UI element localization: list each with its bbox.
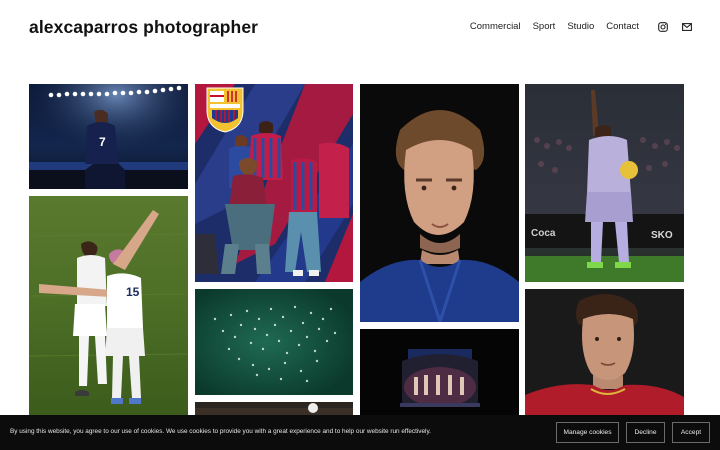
photo-ball-match[interactable] [195,402,353,415]
manage-cookies-button[interactable]: Manage cookies [556,422,619,443]
cookie-banner: By using this website, you agree to our … [0,415,720,450]
svg-text:Coca: Coca [531,228,556,239]
photo-player-pointing-up[interactable]: Coca SKO [525,84,684,282]
svg-text:SKO: SKO [651,230,673,241]
photo-stadium-night[interactable] [360,329,519,415]
photo-gallery: 7 15 Coca SKO [0,0,720,450]
photo-aerial-crowd[interactable] [195,289,353,395]
photo-barca-kit-group[interactable] [195,84,353,282]
photo-stadium-player[interactable]: 7 [29,84,188,189]
accept-cookies-button[interactable]: Accept [672,422,710,443]
photo-portrait-red-jersey[interactable] [525,289,684,415]
photo-uswnt-celebration[interactable]: 15 [29,196,188,415]
svg-text:7: 7 [99,135,106,149]
photo-portrait-griezmann[interactable] [360,84,519,322]
cookie-banner-text: By using this website, you agree to our … [10,428,431,435]
svg-text:15: 15 [126,285,140,299]
decline-cookies-button[interactable]: Decline [626,422,665,443]
